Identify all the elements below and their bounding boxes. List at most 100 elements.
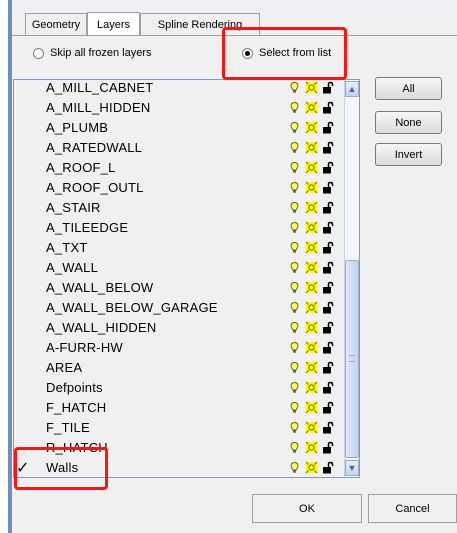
freeze-sun-icon[interactable]	[305, 381, 318, 394]
unlock-icon[interactable]	[322, 261, 335, 274]
layer-list[interactable]: A_MILL_CABNET A_MILL_HIDDEN A_PLUMB A_RATED…	[13, 79, 360, 478]
unlock-icon[interactable]	[322, 321, 335, 334]
tab-geometry[interactable]: Geometry	[25, 13, 87, 35]
select-all-button[interactable]: All	[375, 77, 442, 100]
lightbulb-icon[interactable]	[288, 321, 301, 334]
lightbulb-icon[interactable]	[288, 261, 301, 274]
freeze-sun-icon[interactable]	[305, 361, 318, 374]
layer-row[interactable]: A_WALL_BELOW_GARAGE	[14, 298, 344, 318]
lightbulb-icon[interactable]	[288, 441, 301, 454]
lightbulb-icon[interactable]	[288, 101, 301, 114]
layer-row[interactable]: A_TILEEDGE	[14, 218, 344, 238]
lightbulb-icon[interactable]	[288, 461, 301, 474]
scroll-grip	[349, 355, 355, 362]
layer-name: A_WALL_HIDDEN	[46, 320, 157, 335]
radio-button[interactable]	[33, 47, 44, 59]
window-border	[8, 0, 12, 533]
layer-state-icons	[288, 161, 339, 174]
layer-row[interactable]: A_STAIR	[14, 198, 344, 218]
unlock-icon[interactable]	[322, 421, 335, 434]
freeze-sun-icon[interactable]	[305, 261, 318, 274]
freeze-sun-icon[interactable]	[305, 121, 318, 134]
freeze-sun-icon[interactable]	[305, 341, 318, 354]
lightbulb-icon[interactable]	[288, 401, 301, 414]
layer-row[interactable]: A_WALL_BELOW	[14, 278, 344, 298]
unlock-icon[interactable]	[322, 401, 335, 414]
unlock-icon[interactable]	[322, 221, 335, 234]
unlock-icon[interactable]	[322, 241, 335, 254]
skip-frozen-radio[interactable]: Skip all frozen layers	[33, 47, 152, 59]
layer-row[interactable]: A_WALL	[14, 258, 344, 278]
lightbulb-icon[interactable]	[288, 281, 301, 294]
unlock-icon[interactable]	[322, 121, 335, 134]
highlight-walls-item	[14, 447, 108, 490]
freeze-sun-icon[interactable]	[305, 201, 318, 214]
unlock-icon[interactable]	[322, 461, 335, 474]
title-strip	[12, 0, 457, 13]
freeze-sun-icon[interactable]	[305, 421, 318, 434]
lightbulb-icon[interactable]	[288, 381, 301, 394]
freeze-sun-icon[interactable]	[305, 81, 318, 94]
layer-name: AREA	[46, 360, 83, 375]
unlock-icon[interactable]	[322, 341, 335, 354]
lightbulb-icon[interactable]	[288, 81, 301, 94]
layer-row[interactable]: A_MILL_CABNET	[14, 80, 344, 98]
lightbulb-icon[interactable]	[288, 241, 301, 254]
unlock-icon[interactable]	[322, 441, 335, 454]
highlight-select-from-list	[222, 27, 347, 80]
tab-layers[interactable]: Layers	[87, 12, 140, 36]
unlock-icon[interactable]	[322, 141, 335, 154]
layer-row[interactable]: A_MILL_HIDDEN	[14, 98, 344, 118]
scroll-up-button[interactable]: ▲	[345, 81, 359, 97]
layer-row[interactable]: A_RATEDWALL	[14, 138, 344, 158]
freeze-sun-icon[interactable]	[305, 401, 318, 414]
freeze-sun-icon[interactable]	[305, 441, 318, 454]
lightbulb-icon[interactable]	[288, 181, 301, 194]
unlock-icon[interactable]	[322, 101, 335, 114]
freeze-sun-icon[interactable]	[305, 161, 318, 174]
lightbulb-icon[interactable]	[288, 341, 301, 354]
lightbulb-icon[interactable]	[288, 121, 301, 134]
lightbulb-icon[interactable]	[288, 421, 301, 434]
layer-row[interactable]: A-FURR-HW	[14, 338, 344, 358]
layer-row[interactable]: A_WALL_HIDDEN	[14, 318, 344, 338]
lightbulb-icon[interactable]	[288, 201, 301, 214]
lightbulb-icon[interactable]	[288, 141, 301, 154]
unlock-icon[interactable]	[322, 81, 335, 94]
unlock-icon[interactable]	[322, 281, 335, 294]
unlock-icon[interactable]	[322, 201, 335, 214]
scroll-down-button[interactable]: ▼	[345, 460, 359, 476]
cancel-button[interactable]: Cancel	[368, 494, 457, 523]
freeze-sun-icon[interactable]	[305, 141, 318, 154]
select-none-button[interactable]: None	[375, 111, 442, 134]
freeze-sun-icon[interactable]	[305, 281, 318, 294]
layer-row[interactable]: A_ROOF_L	[14, 158, 344, 178]
layer-row[interactable]: F_TILE	[14, 418, 344, 438]
unlock-icon[interactable]	[322, 161, 335, 174]
freeze-sun-icon[interactable]	[305, 101, 318, 114]
freeze-sun-icon[interactable]	[305, 221, 318, 234]
freeze-sun-icon[interactable]	[305, 181, 318, 194]
unlock-icon[interactable]	[322, 381, 335, 394]
unlock-icon[interactable]	[322, 361, 335, 374]
layer-row[interactable]: A_PLUMB	[14, 118, 344, 138]
layer-row[interactable]: A_ROOF_OUTL	[14, 178, 344, 198]
layer-row[interactable]: F_HATCH	[14, 398, 344, 418]
lightbulb-icon[interactable]	[288, 161, 301, 174]
unlock-icon[interactable]	[322, 181, 335, 194]
freeze-sun-icon[interactable]	[305, 301, 318, 314]
freeze-sun-icon[interactable]	[305, 321, 318, 334]
ok-button[interactable]: OK	[252, 494, 362, 523]
layer-row[interactable]: AREA	[14, 358, 344, 378]
freeze-sun-icon[interactable]	[305, 241, 318, 254]
freeze-sun-icon[interactable]	[305, 461, 318, 474]
layer-row[interactable]: A_TXT	[14, 238, 344, 258]
invert-selection-button[interactable]: Invert	[375, 143, 442, 166]
lightbulb-icon[interactable]	[288, 301, 301, 314]
lightbulb-icon[interactable]	[288, 221, 301, 234]
layer-row[interactable]: Defpoints	[14, 378, 344, 398]
unlock-icon[interactable]	[322, 301, 335, 314]
layer-name: A_STAIR	[46, 200, 101, 215]
lightbulb-icon[interactable]	[288, 361, 301, 374]
layer-name: A_ROOF_L	[46, 160, 116, 175]
